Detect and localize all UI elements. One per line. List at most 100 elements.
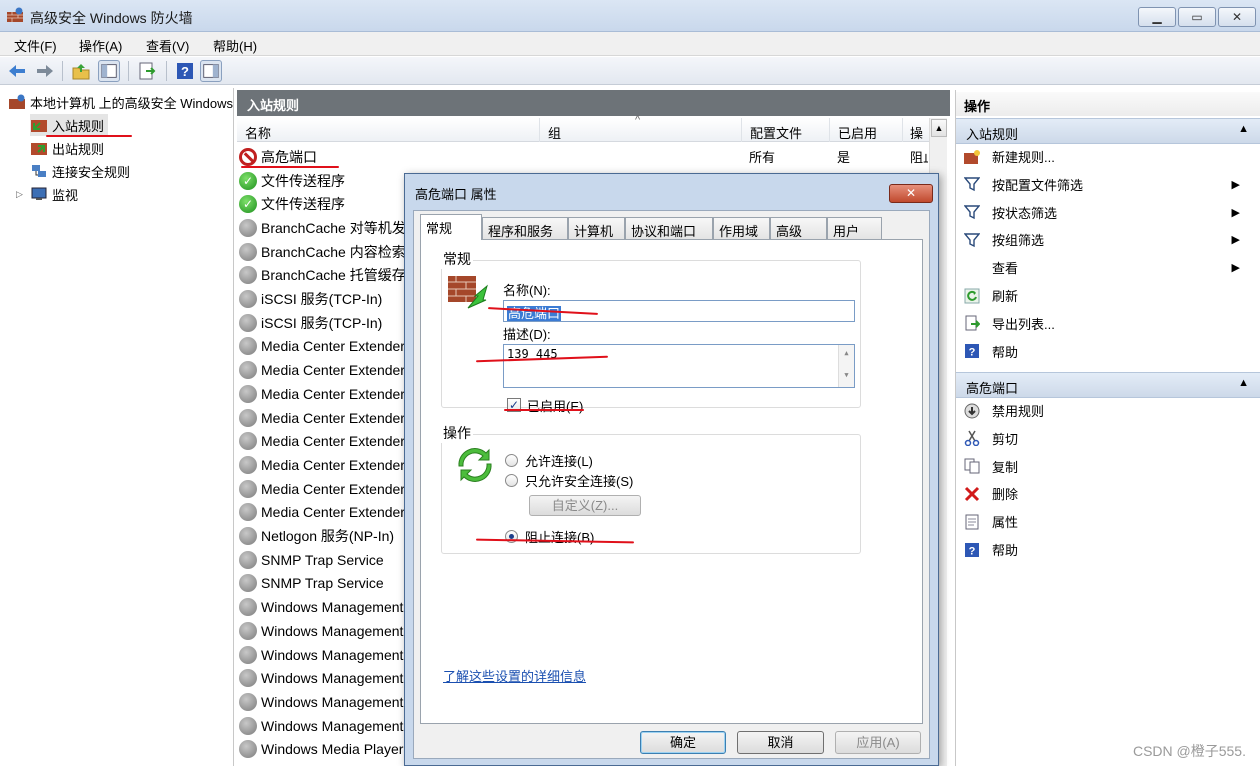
firewall-rule-icon xyxy=(448,276,488,309)
tab-users[interactable]: 用户 xyxy=(827,217,882,239)
submenu-arrow-icon: ▶ xyxy=(1231,206,1240,219)
action-label: 帮助 xyxy=(992,543,1019,558)
outbound-rules-icon xyxy=(31,143,47,155)
show-action-pane-icon[interactable] xyxy=(200,60,222,82)
actions-section-rule[interactable]: 高危端口 ▲ xyxy=(956,372,1260,398)
toolbar-separator xyxy=(166,61,167,81)
column-action[interactable]: 操作 xyxy=(903,118,930,142)
column-header: 名称 组 ^ 配置文件 已启用 操作 xyxy=(237,114,930,142)
column-name[interactable]: 名称 xyxy=(237,118,540,142)
firewall-icon xyxy=(7,7,23,22)
refresh-icon xyxy=(962,287,982,305)
menu-help[interactable]: 帮助(H) xyxy=(213,36,257,55)
refresh-action[interactable]: 刷新 xyxy=(962,282,1252,309)
apply-button[interactable]: 应用(A) xyxy=(835,731,921,754)
menu-bar: 文件(F) 操作(A) 查看(V) 帮助(H) xyxy=(0,32,1260,56)
rule-enabled: 是 xyxy=(837,150,851,166)
tree-item-monitoring[interactable]: ▷ 监视 xyxy=(16,183,78,205)
tree-item-inbound-rules[interactable]: 入站规则 xyxy=(30,114,109,136)
show-tree-icon[interactable] xyxy=(98,60,120,82)
tab-protocols-ports[interactable]: 协议和端口 xyxy=(625,217,713,239)
help-action[interactable]: ? 帮助 xyxy=(962,338,1252,365)
tree-root[interactable]: 本地计算机 上的高级安全 Windows 防火墙 xyxy=(8,91,233,113)
close-button[interactable]: ✕ xyxy=(1218,7,1256,27)
column-enabled[interactable]: 已启用 xyxy=(830,118,903,142)
scroll-up-icon[interactable]: ▲ xyxy=(931,119,947,137)
filter-group-action[interactable]: 按组筛选 ▶ xyxy=(962,226,1252,253)
pane-title: 入站规则 xyxy=(237,90,950,116)
description-scrollbar[interactable]: ▲ ▼ xyxy=(838,345,854,387)
tab-general[interactable]: 常规 xyxy=(420,214,482,240)
column-profile[interactable]: 配置文件 xyxy=(742,118,830,142)
table-row[interactable]: 高危端口 所有 是 阻止 xyxy=(239,145,929,169)
forward-arrow-icon[interactable] xyxy=(34,60,56,82)
maximize-button[interactable]: ▭ xyxy=(1178,7,1216,27)
description-field[interactable]: 139 445 ▲ ▼ xyxy=(503,344,855,388)
scroll-down-icon[interactable]: ▼ xyxy=(839,371,854,379)
disabled-rule-icon xyxy=(239,598,257,617)
action-label: 禁用规则 xyxy=(992,404,1045,419)
navigation-tree: 本地计算机 上的高级安全 Windows 防火墙 入站规则 出站规则 连接安全规… xyxy=(0,88,234,766)
section-title: 高危端口 xyxy=(966,381,1019,396)
disabled-rule-icon xyxy=(239,408,257,427)
menu-file[interactable]: 文件(F) xyxy=(14,36,57,55)
cut-action[interactable]: 剪切 xyxy=(962,425,1252,452)
help-icon[interactable]: ? xyxy=(174,60,196,82)
disabled-rule-icon xyxy=(239,716,257,735)
customize-button[interactable]: 自定义(Z)... xyxy=(529,495,641,516)
minimize-button[interactable]: ▁ xyxy=(1138,7,1176,27)
collapse-icon[interactable]: ▲ xyxy=(1238,123,1249,135)
properties-dialog: 高危端口 属性 ✕ 常规 程序和服务 计算机 协议和端口 作用域 高级 用户 常… xyxy=(404,173,939,766)
disabled-rule-icon xyxy=(239,550,257,569)
disabled-rule-icon xyxy=(239,527,257,546)
actions-section-inbound[interactable]: 入站规则 ▲ xyxy=(956,118,1260,144)
learn-more-link[interactable]: 了解这些设置的详细信息 xyxy=(443,666,586,685)
export-icon xyxy=(962,314,982,332)
tab-computers[interactable]: 计算机 xyxy=(568,217,625,239)
ok-button[interactable]: 确定 xyxy=(640,731,726,754)
up-folder-icon[interactable] xyxy=(70,60,92,82)
filter-profile-action[interactable]: 按配置文件筛选 ▶ xyxy=(962,171,1252,198)
export-list-action[interactable]: 导出列表... xyxy=(962,310,1252,337)
tab-advanced[interactable]: 高级 xyxy=(770,217,827,239)
submenu-arrow-icon: ▶ xyxy=(1231,262,1240,275)
delete-icon xyxy=(962,485,982,503)
export-icon[interactable] xyxy=(136,60,158,82)
action-label: 剪切 xyxy=(992,431,1019,447)
filter-state-action[interactable]: 按状态筛选 ▶ xyxy=(962,199,1252,226)
tree-item-outbound-rules[interactable]: 出站规则 xyxy=(30,137,104,159)
help-icon: ? xyxy=(962,342,982,360)
action-label: 按组筛选 xyxy=(992,233,1045,249)
allow-secure-radio[interactable] xyxy=(505,474,518,487)
tab-scope[interactable]: 作用域 xyxy=(713,217,770,239)
collapse-icon[interactable]: ▲ xyxy=(1238,377,1249,389)
disabled-rule-icon xyxy=(239,384,257,403)
tree-item-connection-security[interactable]: 连接安全规则 xyxy=(30,160,130,182)
dialog-close-button[interactable]: ✕ xyxy=(889,184,933,203)
properties-action[interactable]: 属性 xyxy=(962,508,1252,535)
action-label: 属性 xyxy=(992,515,1019,531)
disabled-rule-icon xyxy=(239,242,257,261)
disable-rule-action[interactable]: 禁用规则 xyxy=(962,397,1252,424)
delete-action[interactable]: 删除 xyxy=(962,480,1252,507)
menu-view[interactable]: 查看(V) xyxy=(146,36,189,55)
back-arrow-icon[interactable] xyxy=(6,60,28,82)
action-label: 导出列表... xyxy=(992,316,1055,332)
copy-action[interactable]: 复制 xyxy=(962,453,1252,480)
tab-programs-services[interactable]: 程序和服务 xyxy=(482,217,568,239)
scroll-up-icon[interactable]: ▲ xyxy=(839,349,854,357)
title-bar: 高级安全 Windows 防火墙 ▁ ▭ ✕ xyxy=(0,0,1260,32)
menu-action[interactable]: 操作(A) xyxy=(79,36,122,55)
svg-text:?: ? xyxy=(969,347,976,359)
filter-icon xyxy=(962,203,982,221)
disable-rule-icon xyxy=(962,402,982,420)
allow-connection-radio[interactable] xyxy=(505,454,518,467)
help-action[interactable]: ? 帮助 xyxy=(962,536,1252,563)
view-action[interactable]: 查看 ▶ xyxy=(962,254,1252,281)
expand-arrow-icon[interactable]: ▷ xyxy=(16,189,30,200)
column-group[interactable]: 组 xyxy=(540,118,742,142)
cancel-button[interactable]: 取消 xyxy=(737,731,824,754)
new-rule-action[interactable]: 新建规则... xyxy=(962,143,1252,170)
tree-root-label: 本地计算机 上的高级安全 Windows 防火墙 xyxy=(30,95,233,111)
action-group xyxy=(441,434,861,554)
